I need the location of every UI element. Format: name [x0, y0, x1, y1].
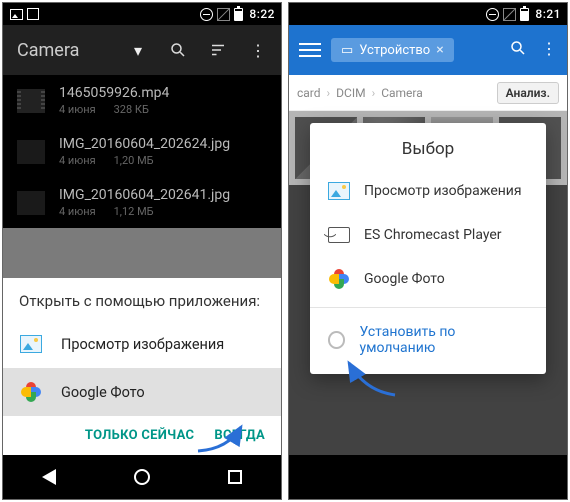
dialog-item-label: Google Фото	[364, 271, 445, 287]
set-default-row[interactable]: Установить по умолчанию	[310, 314, 546, 370]
dialog-item-google-photos[interactable]: Google Фото	[310, 257, 546, 301]
battery-icon	[520, 8, 529, 21]
open-with-sheet: Открыть с помощью приложения: Просмотр и…	[3, 278, 281, 455]
status-bar: 8:22	[3, 3, 281, 25]
appbar-title: Camera	[17, 40, 129, 61]
navigation-bar	[3, 455, 281, 499]
sheet-item-label: Просмотр изображения	[61, 336, 224, 353]
clock: 8:22	[249, 7, 275, 21]
breadcrumb: card › DCIM › Camera Анализ.	[289, 75, 567, 111]
recents-button[interactable]	[210, 462, 260, 492]
file-name: 1465059926.mp4	[59, 85, 267, 101]
google-photos-icon	[19, 380, 43, 404]
set-default-label: Установить по умолчанию	[359, 324, 528, 356]
overflow-icon[interactable]: ⋮	[541, 39, 557, 61]
dialog-item-gallery[interactable]: Просмотр изображения	[310, 169, 546, 213]
radio-unchecked-icon[interactable]	[328, 331, 345, 349]
analyze-button[interactable]: Анализ.	[497, 82, 559, 104]
search-icon[interactable]	[509, 39, 527, 61]
sort-icon[interactable]	[209, 41, 227, 59]
battery-icon	[234, 8, 243, 21]
no-sim-icon	[503, 8, 516, 21]
chevron-right-icon: ›	[327, 86, 331, 100]
sheet-item-google-photos[interactable]: Google Фото	[3, 368, 281, 416]
dialog-item-label: Просмотр изображения	[364, 183, 522, 199]
divider	[310, 307, 546, 308]
close-icon[interactable]: ×	[436, 42, 443, 58]
status-bar: 8:21	[289, 3, 567, 25]
sheet-item-label: Google Фото	[61, 384, 145, 401]
dropdown-icon[interactable]: ▾	[129, 41, 147, 59]
breadcrumb-item[interactable]: card	[297, 86, 321, 100]
dialog-item-chromecast[interactable]: ES Chromecast Player	[310, 213, 546, 257]
always-button[interactable]: ВСЕГДА	[214, 428, 265, 443]
breadcrumb-item[interactable]: Camera	[381, 86, 423, 100]
gallery-icon	[19, 332, 43, 356]
file-row[interactable]: IMG_20160604_202641.jpg 4 июня1,12 МБ	[3, 177, 281, 228]
clock: 8:21	[535, 7, 561, 21]
overflow-icon[interactable]: ⋮	[249, 41, 267, 59]
just-once-button[interactable]: ТОЛЬКО СЕЙЧАС	[85, 428, 194, 443]
folder-icon: ▭	[341, 43, 353, 58]
image-file-icon	[17, 140, 45, 164]
back-button[interactable]	[24, 462, 74, 492]
file-row[interactable]: 1465059926.mp4 4 июня328 КБ	[3, 75, 281, 126]
dnd-icon	[486, 8, 499, 21]
breadcrumb-item[interactable]: DCIM	[336, 86, 365, 100]
file-name: IMG_20160604_202641.jpg	[59, 187, 267, 203]
sheet-item-gallery[interactable]: Просмотр изображения	[3, 320, 281, 368]
file-row[interactable]: IMG_20160604_202624.jpg 4 июня1,20 МБ	[3, 126, 281, 177]
appbar: Camera ▾ ⋮	[3, 25, 281, 75]
screenshot-status-icon	[26, 7, 40, 21]
dialog-scrim[interactable]: Выбор Просмотр изображения ES Chromecast…	[289, 111, 567, 455]
home-button[interactable]	[117, 462, 167, 492]
chooser-dialog: Выбор Просмотр изображения ES Chromecast…	[310, 123, 546, 374]
chevron-right-icon: ›	[372, 86, 376, 100]
google-photos-icon	[328, 268, 350, 290]
chromecast-icon	[328, 224, 350, 246]
dialog-title: Выбор	[310, 123, 546, 169]
image-file-icon	[17, 191, 45, 215]
dialog-item-label: ES Chromecast Player	[364, 227, 502, 243]
file-list[interactable]: 1465059926.mp4 4 июня328 КБ IMG_20160604…	[3, 75, 281, 228]
sheet-title: Открыть с помощью приложения:	[3, 278, 281, 320]
search-icon[interactable]	[169, 41, 187, 59]
appbar: ▭ Устройство × ⋮	[289, 25, 567, 75]
device-pill[interactable]: ▭ Устройство ×	[331, 38, 454, 62]
video-file-icon	[17, 89, 45, 113]
no-sim-icon	[217, 8, 230, 21]
file-name: IMG_20160604_202624.jpg	[59, 136, 267, 152]
dnd-icon	[200, 8, 213, 21]
menu-icon[interactable]	[299, 43, 321, 57]
gallery-status-icon	[9, 7, 23, 21]
gallery-icon	[328, 180, 350, 202]
